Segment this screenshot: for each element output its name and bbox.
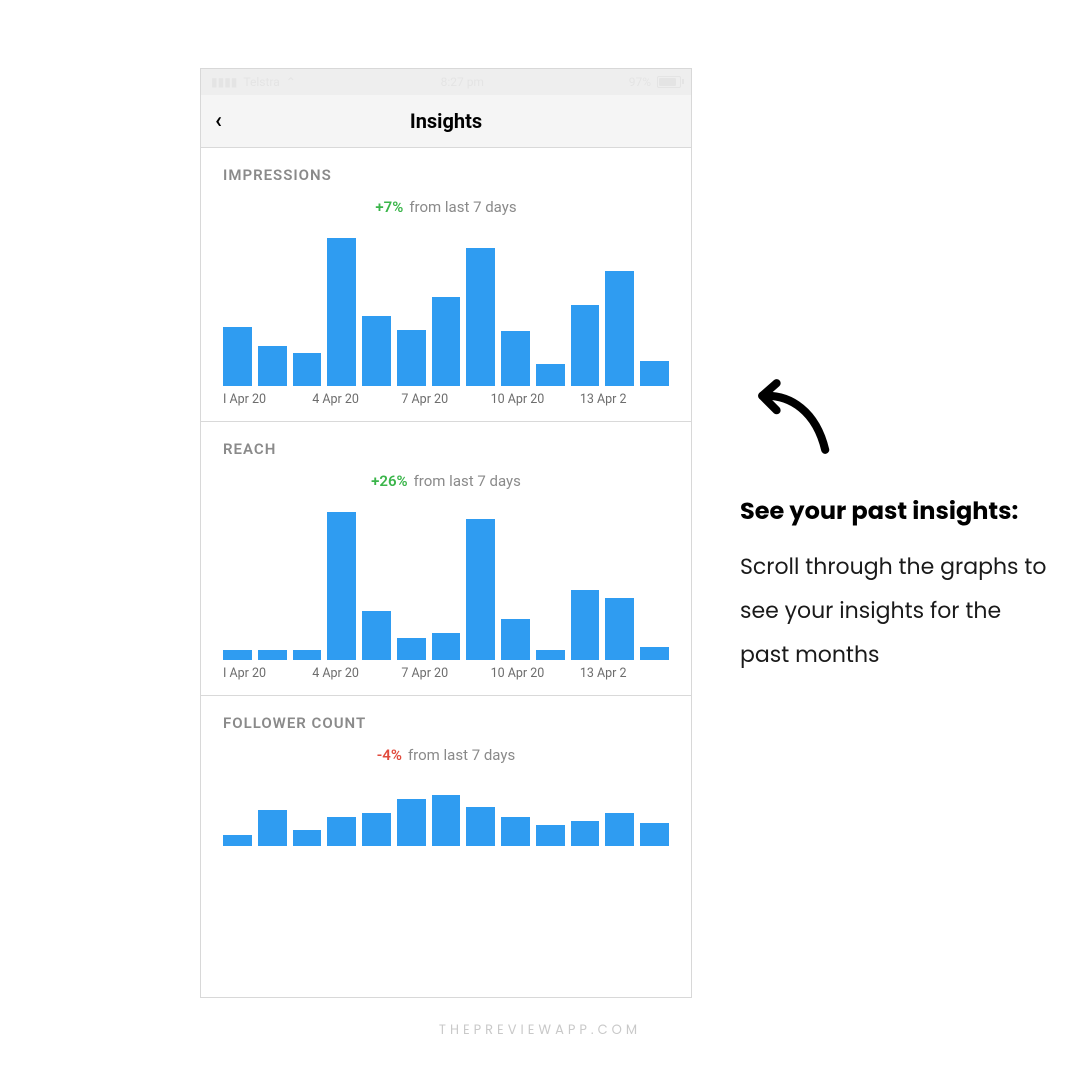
x-tick: 4 Apr 20 <box>312 392 401 407</box>
arrow-icon <box>746 376 836 466</box>
delta-from-label: from last 7 days <box>414 472 521 490</box>
battery-percent: 97% <box>629 75 651 89</box>
phone-mock: ▮▮▮▮ Telstra ⌃ 8:27 pm 97% ‹ Insights IM… <box>200 68 692 998</box>
x-tick: 7 Apr 20 <box>401 392 490 407</box>
bar <box>397 638 426 660</box>
bar <box>258 346 287 386</box>
x-tick: 10 Apr 20 <box>491 392 580 407</box>
x-tick: 10 Apr 20 <box>491 666 580 681</box>
bar-chart[interactable]: I Apr 204 Apr 207 Apr 2010 Apr 2013 Apr … <box>223 512 669 695</box>
bar <box>466 519 495 660</box>
status-bar: ▮▮▮▮ Telstra ⌃ 8:27 pm 97% <box>201 69 691 95</box>
chart-bars <box>223 238 669 386</box>
status-time: 8:27 pm <box>441 75 484 89</box>
bar <box>258 650 287 660</box>
bar <box>571 305 600 386</box>
x-axis: I Apr 204 Apr 207 Apr 2010 Apr 2013 Apr … <box>223 660 669 695</box>
delta-from-label: from last 7 days <box>409 198 516 216</box>
bar <box>640 647 669 660</box>
bar <box>293 830 322 846</box>
x-tick: 13 Apr 2 <box>580 666 669 681</box>
carrier-label: Telstra <box>243 75 279 89</box>
bar <box>397 330 426 386</box>
bar <box>293 353 322 386</box>
bar <box>501 619 530 660</box>
x-tick: 7 Apr 20 <box>401 666 490 681</box>
annotation: See your past insights: Scroll through t… <box>740 376 1050 677</box>
signal-icon: ▮▮▮▮ <box>211 75 237 89</box>
bar <box>362 611 391 660</box>
bar <box>501 331 530 386</box>
page-title: Insights <box>410 109 482 133</box>
x-axis: I Apr 204 Apr 207 Apr 2010 Apr 2013 Apr … <box>223 386 669 421</box>
bar <box>327 238 356 386</box>
bar <box>536 825 565 846</box>
wifi-icon: ⌃ <box>286 75 296 89</box>
bar <box>362 813 391 846</box>
bar <box>640 823 669 846</box>
bar <box>258 810 287 846</box>
delta-line: -4% from last 7 days <box>223 746 669 764</box>
bar <box>327 817 356 846</box>
bar <box>536 364 565 386</box>
bar <box>223 327 252 386</box>
insight-sections[interactable]: IMPRESSIONS+7%from last 7 daysI Apr 204 … <box>201 148 691 846</box>
nav-bar: ‹ Insights <box>201 95 691 148</box>
delta-line: +7% from last 7 days <box>223 198 669 216</box>
delta-line: +26% from last 7 days <box>223 472 669 490</box>
insight-section: REACH +26% from last 7 days I Apr 204 Apr 2… <box>201 422 691 696</box>
section-title: REACH <box>223 440 669 458</box>
x-tick: I Apr 20 <box>223 392 312 407</box>
bar <box>432 795 461 846</box>
section-title: IMPRESSIONS <box>223 166 669 184</box>
bar <box>571 821 600 846</box>
x-tick: 4 Apr 20 <box>312 666 401 681</box>
bar <box>501 817 530 846</box>
bar <box>605 598 634 660</box>
footer-credit: THEPREVIEWAPP.COM <box>0 1020 1080 1040</box>
bar <box>466 248 495 386</box>
x-tick: 13 Apr 2 <box>580 392 669 407</box>
bar <box>605 813 634 846</box>
annotation-body: Scroll through the graphs to see your in… <box>740 545 1050 677</box>
back-button[interactable]: ‹ <box>215 109 222 134</box>
x-tick: I Apr 20 <box>223 666 312 681</box>
bar <box>466 807 495 846</box>
bar <box>397 799 426 846</box>
bar <box>362 316 391 386</box>
section-title: FOLLOWER COUNT <box>223 714 669 732</box>
bar <box>432 297 461 386</box>
bar <box>640 361 669 386</box>
bar <box>293 650 322 660</box>
delta-percent: +7% <box>375 198 403 216</box>
chart-bars <box>223 512 669 660</box>
bar <box>605 271 634 386</box>
delta-from-label: from last 7 days <box>408 746 515 764</box>
insight-section: IMPRESSIONS +7% from last 7 days I Apr 204 … <box>201 148 691 422</box>
bar <box>327 512 356 660</box>
delta-percent: -4% <box>377 746 402 764</box>
bar <box>536 650 565 660</box>
battery-icon <box>657 76 681 88</box>
insight-section: FOLLOWER COUNT -4% from last 7 days <box>201 696 691 846</box>
bar <box>223 835 252 846</box>
bar <box>571 590 600 660</box>
bar-chart[interactable] <box>223 786 669 846</box>
delta-percent: +26% <box>371 472 407 490</box>
annotation-title: See your past insights: <box>740 490 1050 533</box>
chart-bars <box>223 786 669 846</box>
bar-chart[interactable]: I Apr 204 Apr 207 Apr 2010 Apr 2013 Apr … <box>223 238 669 421</box>
bar <box>223 650 252 660</box>
bar <box>432 633 461 660</box>
